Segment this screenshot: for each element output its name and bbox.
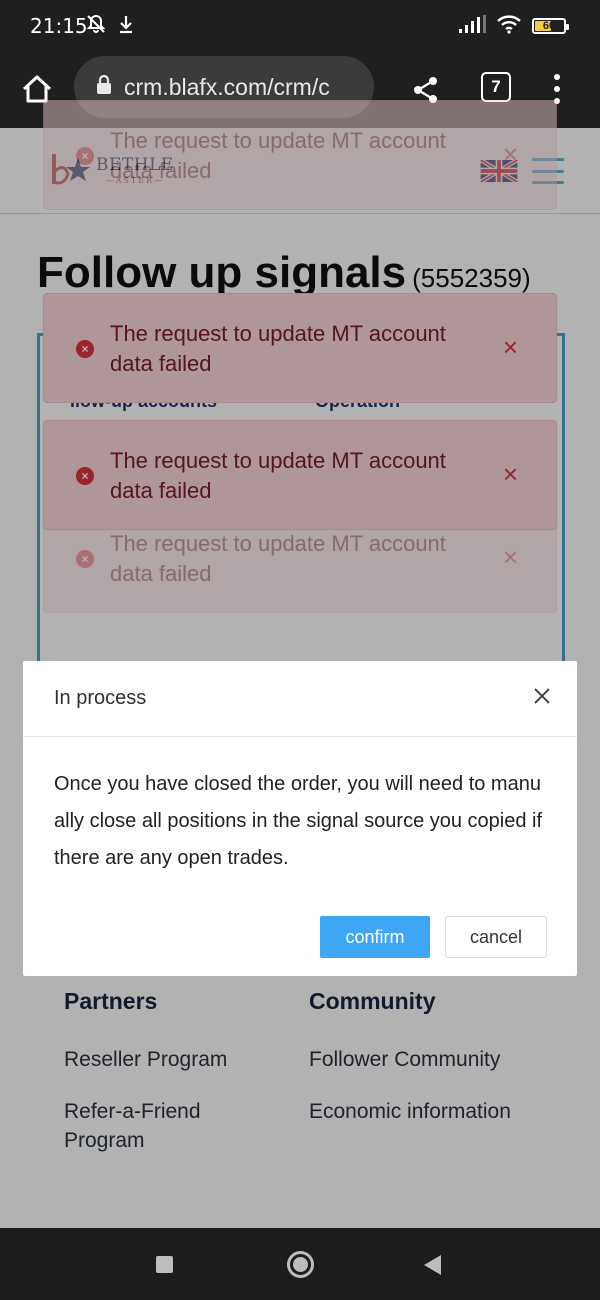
home-nav-button[interactable] (287, 1251, 314, 1278)
confirm-button[interactable]: confirm (320, 916, 430, 958)
download-icon (117, 14, 135, 39)
dialog-message: Once you have closed the order, you will… (54, 773, 543, 869)
back-button[interactable] (424, 1255, 441, 1275)
menu-dot (554, 86, 560, 92)
system-nav-bar (0, 1228, 600, 1300)
battery-icon: 60 (532, 18, 569, 34)
battery-level: 60 (542, 20, 556, 32)
lock-icon (96, 74, 112, 100)
status-bar: 21:15 60 (0, 0, 600, 52)
tab-switcher-button[interactable]: 7 (481, 72, 511, 102)
dialog-header: In process (23, 661, 577, 737)
confirm-dialog: In process Once you have closed the orde… (23, 661, 577, 976)
wifi-icon (496, 14, 522, 39)
cancel-button[interactable]: cancel (445, 916, 547, 958)
recent-apps-button[interactable] (156, 1256, 173, 1273)
menu-dot (554, 74, 560, 80)
close-icon[interactable] (533, 687, 551, 705)
url-text: crm.blafx.com/crm/c (124, 73, 330, 100)
signal-icon (458, 14, 486, 39)
status-time: 21:15 (30, 14, 88, 38)
muted-notifications-icon (85, 13, 107, 40)
dialog-title: In process (54, 687, 147, 709)
